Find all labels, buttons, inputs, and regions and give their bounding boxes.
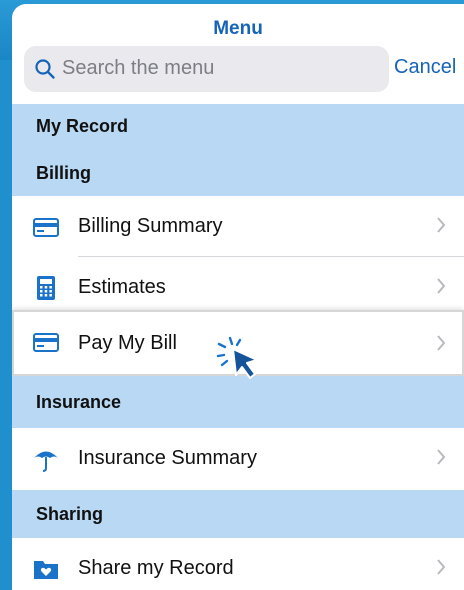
chevron-right-icon bbox=[437, 335, 446, 351]
section-sharing: Sharing bbox=[12, 490, 464, 538]
chevron-right-icon bbox=[437, 278, 446, 294]
cancel-button[interactable]: Cancel bbox=[394, 56, 456, 79]
menu-title: Menu bbox=[213, 18, 263, 39]
menu-sheet: Menu Search the menu Cancel My Record Bi… bbox=[12, 4, 464, 590]
pointer-cursor-icon bbox=[216, 336, 258, 379]
chevron-right-icon bbox=[437, 449, 446, 465]
calculator-icon bbox=[37, 276, 55, 300]
menu-item-label: Estimates bbox=[78, 276, 166, 298]
menu-item-label: Share my Record bbox=[78, 557, 234, 579]
menu-item-insurance-summary[interactable]: Insurance Summary bbox=[12, 428, 464, 490]
menu-item-label: Billing Summary bbox=[78, 215, 223, 237]
section-billing: Billing bbox=[12, 150, 464, 196]
search-placeholder: Search the menu bbox=[62, 57, 215, 79]
credit-card-icon bbox=[33, 333, 59, 352]
search-input[interactable]: Search the menu bbox=[24, 46, 389, 92]
section-my-record: My Record bbox=[12, 104, 464, 150]
menu-item-label: Pay My Bill bbox=[78, 332, 177, 354]
menu-item-billing-summary[interactable]: Billing Summary bbox=[12, 196, 464, 256]
menu-item-label: Insurance Summary bbox=[78, 447, 257, 469]
search-icon bbox=[35, 59, 55, 79]
folder-heart-icon bbox=[34, 561, 58, 579]
umbrella-icon bbox=[34, 451, 58, 472]
chevron-right-icon bbox=[437, 559, 446, 575]
menu-item-estimates[interactable]: Estimates bbox=[12, 257, 464, 317]
chevron-right-icon bbox=[437, 217, 446, 233]
menu-item-share-my-record[interactable]: Share my Record bbox=[12, 538, 464, 590]
credit-card-icon bbox=[33, 218, 59, 237]
